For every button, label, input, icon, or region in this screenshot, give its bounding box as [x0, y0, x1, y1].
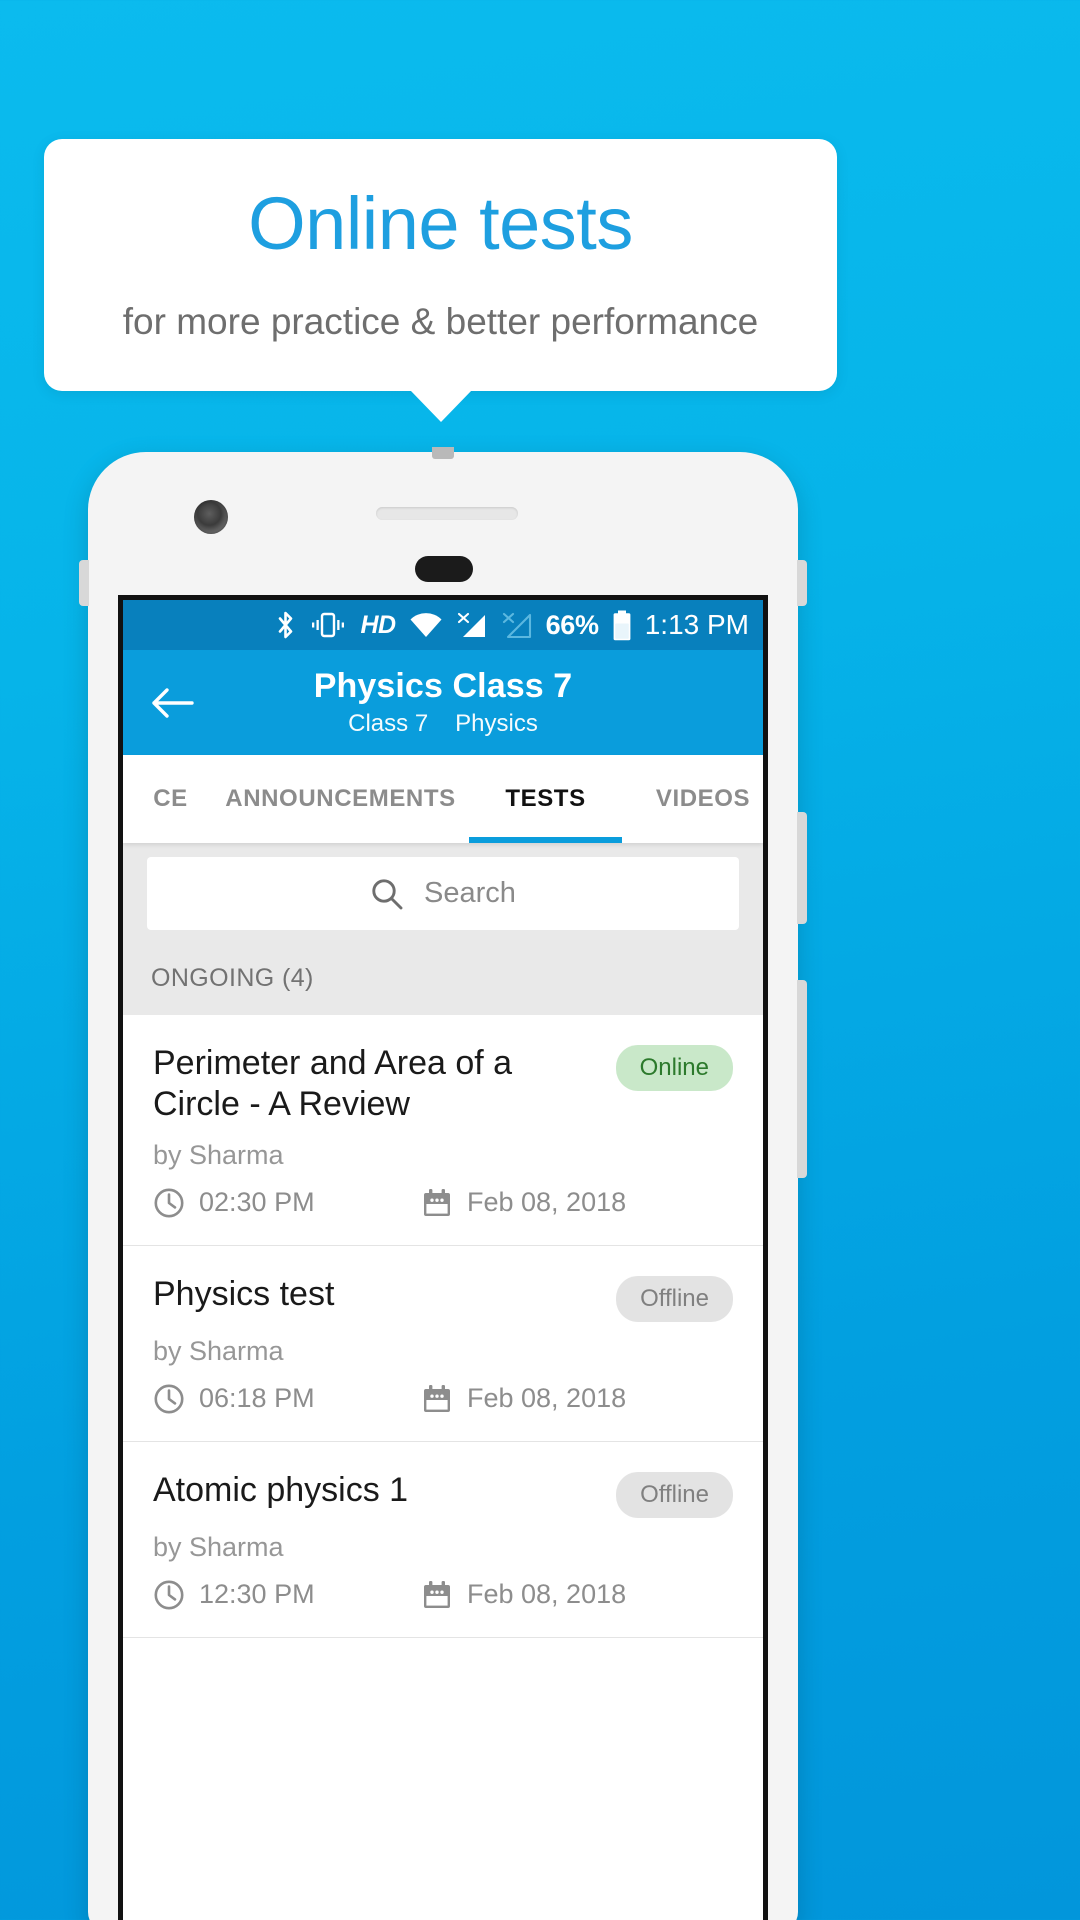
arrow-left-icon [152, 687, 194, 718]
search-input[interactable]: Search [147, 857, 739, 930]
breadcrumb-class: Class 7 [348, 709, 429, 737]
signal-no-sim-1-icon [456, 612, 488, 639]
test-title: Perimeter and Area of a Circle - A Revie… [153, 1044, 513, 1124]
breadcrumb-subject: Physics [455, 709, 538, 737]
promo-banner: Online tests for more practice & better … [44, 139, 837, 422]
test-date-label: Feb 08, 2018 [467, 1187, 627, 1218]
status-bar: HD 66% 1:13 PM [123, 600, 763, 650]
phone-volume-up-button [797, 812, 807, 924]
hd-icon: HD [360, 610, 396, 639]
clock-icon [154, 1188, 184, 1218]
test-card-header: Perimeter and Area of a Circle - A Revie… [153, 1043, 733, 1126]
wifi-icon [409, 612, 443, 638]
page-title: Physics Class 7 [313, 667, 573, 706]
test-time-label: 02:30 PM [199, 1187, 315, 1218]
test-list-item[interactable]: Perimeter and Area of a Circle - A Revie… [123, 1015, 763, 1246]
test-title: Atomic physics 1 [153, 1470, 409, 1509]
search-icon [372, 878, 403, 909]
test-author: by Sharma [153, 1335, 284, 1366]
phone-antenna-notch [432, 447, 454, 459]
test-card-header: Physics test Offline [153, 1274, 733, 1322]
tab-tests[interactable]: TESTS [463, 755, 628, 843]
test-list-item[interactable]: Physics test Offline by Sharma 06:18 PM [123, 1246, 763, 1442]
status-badge: Online [615, 1045, 733, 1091]
calendar-icon [424, 1188, 450, 1216]
battery-percent-label: 66% [545, 609, 599, 640]
test-date: Feb 08, 2018 [421, 1383, 626, 1415]
phone-left-button [79, 560, 89, 606]
test-time-label: 06:18 PM [199, 1383, 315, 1414]
search-placeholder: Search [424, 877, 516, 909]
test-time: 06:18 PM [153, 1383, 421, 1415]
test-date-label: Feb 08, 2018 [467, 1383, 627, 1414]
phone-mockup: HD 66% 1:13 PM Physics Class 7 Class 7 P… [79, 447, 807, 1920]
calendar-icon [424, 1384, 450, 1412]
signal-no-sim-2-icon [501, 612, 533, 639]
test-author: by Sharma [153, 1139, 284, 1170]
tab-videos[interactable]: VIDEOS [628, 755, 763, 843]
app-bar: Physics Class 7 Class 7 Physics [123, 650, 763, 755]
clock-time-label: 1:13 PM [644, 609, 749, 640]
test-time: 02:30 PM [153, 1187, 421, 1219]
back-button[interactable] [141, 672, 203, 734]
speech-bubble-tail [409, 389, 472, 422]
tab-bar: CE ANNOUNCEMENTS TESTS VIDEOS [123, 755, 763, 843]
promo-title: Online tests [248, 182, 633, 265]
phone-screen: HD 66% 1:13 PM Physics Class 7 Class 7 P… [118, 595, 768, 1920]
test-list: Perimeter and Area of a Circle - A Revie… [123, 1015, 763, 1638]
bluetooth-icon [275, 610, 296, 640]
clock-icon [154, 1580, 184, 1610]
test-title: Physics test [153, 1274, 335, 1313]
phone-power-button [797, 560, 807, 606]
battery-icon [612, 610, 632, 641]
test-date-label: Feb 08, 2018 [467, 1579, 627, 1610]
proximity-sensor [415, 556, 473, 582]
test-meta: 06:18 PM Feb 08, 2018 [153, 1383, 733, 1415]
app-bar-title-group: Physics Class 7 Class 7 Physics [123, 667, 763, 737]
test-author: by Sharma [153, 1531, 284, 1562]
breadcrumb: Class 7 Physics [123, 710, 763, 738]
status-badge: Offline [616, 1275, 733, 1322]
test-date: Feb 08, 2018 [421, 1187, 626, 1219]
promo-subtitle: for more practice & better performance [122, 300, 759, 342]
test-time-label: 12:30 PM [199, 1579, 315, 1610]
front-camera-icon [194, 500, 228, 534]
test-meta: 02:30 PM Feb 08, 2018 [153, 1187, 733, 1219]
promo-banner-card: Online tests for more practice & better … [44, 139, 837, 391]
tab-ce[interactable]: CE [123, 755, 218, 843]
tab-announcements[interactable]: ANNOUNCEMENTS [218, 755, 463, 843]
calendar-icon [424, 1580, 450, 1608]
search-section: Search [123, 843, 763, 930]
earpiece-speaker [376, 507, 518, 520]
test-time: 12:30 PM [153, 1579, 421, 1611]
section-header-ongoing: ONGOING (4) [123, 930, 763, 1015]
test-date: Feb 08, 2018 [421, 1579, 626, 1611]
phone-volume-down-button [797, 980, 807, 1178]
test-card-header: Atomic physics 1 Offline [153, 1470, 733, 1518]
vibrate-icon [309, 611, 347, 639]
test-list-item[interactable]: Atomic physics 1 Offline by Sharma 12:30… [123, 1442, 763, 1638]
status-badge: Offline [616, 1471, 733, 1518]
clock-icon [154, 1384, 184, 1414]
test-meta: 12:30 PM Feb 08, 2018 [153, 1579, 733, 1611]
